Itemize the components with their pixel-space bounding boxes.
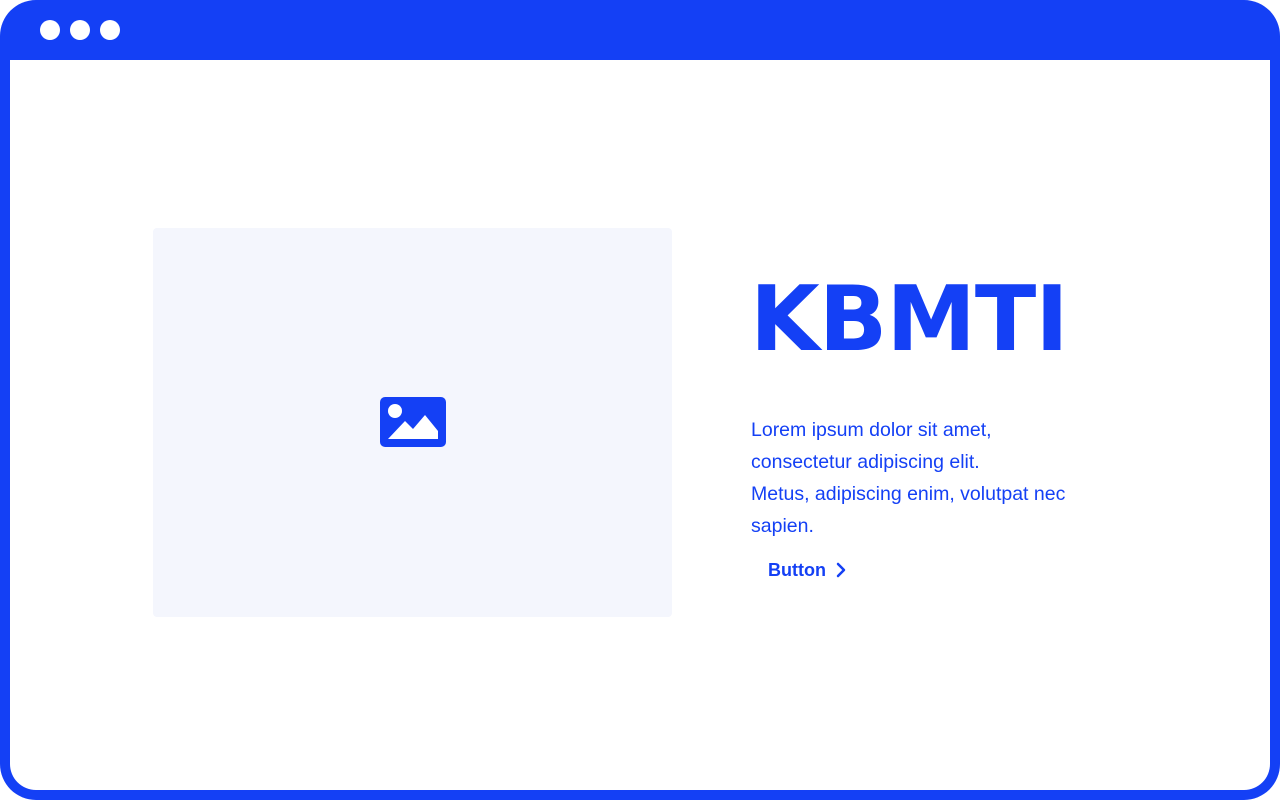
description-line: sapien. xyxy=(751,514,814,537)
description-line: Lorem ipsum dolor sit amet, xyxy=(751,418,992,441)
chevron-right-icon xyxy=(836,562,846,578)
hero-description: Lorem ipsum dolor sit amet, consectetur … xyxy=(751,414,1131,542)
description-line: Metus, adipiscing enim, volutpat nec xyxy=(751,482,1066,505)
image-placeholder xyxy=(153,228,672,617)
window-control-dot[interactable] xyxy=(100,20,120,40)
window-control-dot[interactable] xyxy=(40,20,60,40)
browser-window: KBMTI Lorem ipsum dolor sit amet, consec… xyxy=(0,0,1280,800)
button-label: Button xyxy=(768,559,826,580)
window-titlebar xyxy=(0,0,1280,60)
image-icon xyxy=(380,397,446,447)
primary-button[interactable]: Button xyxy=(756,550,858,590)
window-control-dot[interactable] xyxy=(70,20,90,40)
description-line: consectetur adipiscing elit. xyxy=(751,450,980,473)
page-viewport: KBMTI Lorem ipsum dolor sit amet, consec… xyxy=(10,60,1270,790)
hero-title: KBMTI xyxy=(750,267,1069,372)
